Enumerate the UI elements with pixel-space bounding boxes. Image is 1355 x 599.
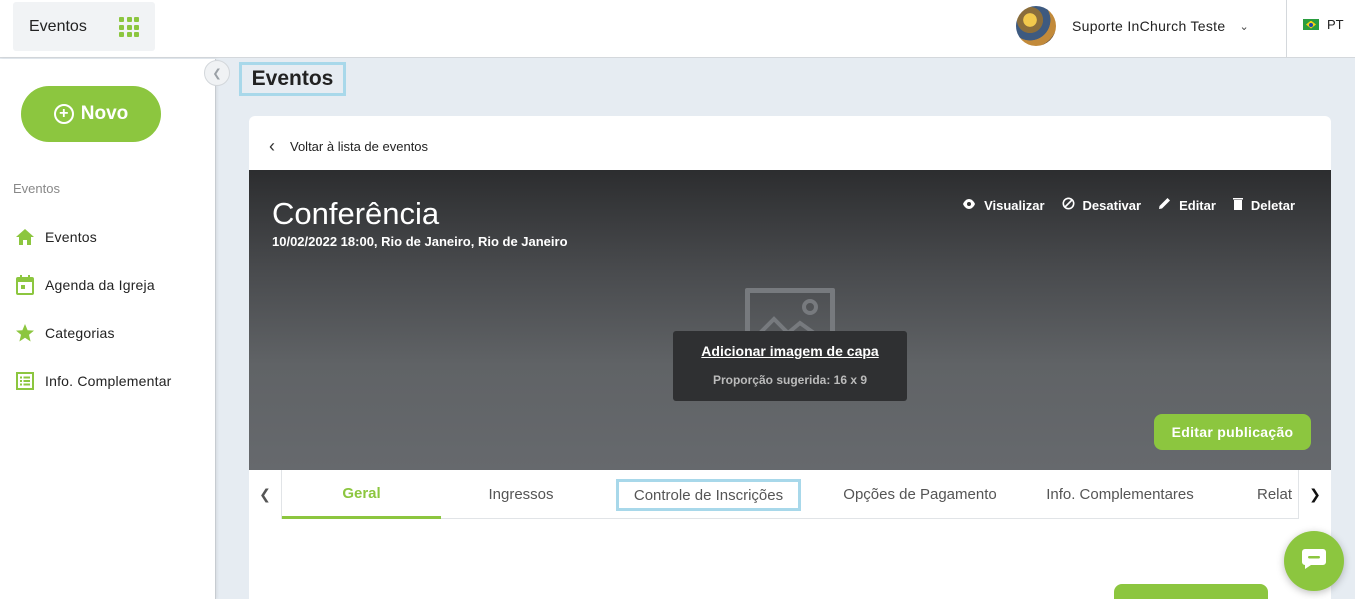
user-menu[interactable]: Suporte InChurch Teste ⌄ (1016, 6, 1249, 46)
event-actions: Visualizar Desativar Editar Deletar (945, 197, 1295, 213)
tabs-scroll-right-button[interactable]: ❯ (1298, 470, 1331, 519)
tab-geral[interactable]: Geral (282, 470, 441, 519)
chevron-left-icon: ❮ (212, 67, 222, 80)
collapse-sidebar-button[interactable]: ❮ (204, 60, 230, 86)
chevron-left-icon: ❮ (259, 486, 271, 502)
edit-button-label: Editar (1179, 197, 1216, 213)
tab-opcoes-pagamento[interactable]: Opções de Pagamento (815, 470, 1025, 519)
eye-icon (962, 198, 976, 212)
event-title: Conferência (272, 196, 440, 231)
back-link-label: Voltar à lista de eventos (290, 138, 429, 154)
add-cover-image-panel[interactable]: Adicionar imagem de capa Proporção suger… (673, 331, 907, 401)
calendar-icon (14, 274, 36, 296)
edit-publication-button[interactable]: Editar publicação (1154, 414, 1311, 450)
tab-info-complementares[interactable]: Info. Complementares (1025, 470, 1215, 519)
sidebar-item-label: Info. Complementar (45, 373, 172, 389)
chevron-left-icon: ‹ (269, 135, 275, 156)
deactivate-button-label: Desativar (1082, 197, 1142, 213)
app-switcher-label: Eventos (29, 17, 87, 35)
tab-ingressos[interactable]: Ingressos (441, 470, 601, 519)
add-cover-image-link[interactable]: Adicionar imagem de capa (673, 343, 907, 359)
event-tabs: ❮ Geral Ingressos Controle de Inscrições… (249, 470, 1331, 519)
delete-button-label: Deletar (1250, 197, 1295, 213)
sidebar-item-label: Eventos (45, 229, 97, 245)
chevron-right-icon: ❯ (1309, 486, 1321, 502)
view-button-label: Visualizar (984, 197, 1045, 213)
chat-button[interactable] (1284, 531, 1344, 591)
star-icon (14, 322, 36, 344)
apps-grid-icon[interactable] (119, 17, 139, 37)
top-bar: Eventos Suporte InChurch Teste ⌄ PT (0, 0, 1355, 58)
user-name: Suporte InChurch Teste (1072, 18, 1226, 34)
home-icon (14, 226, 36, 248)
cover-ratio-hint: Proporção sugerida: 16 x 9 (712, 373, 868, 387)
sidebar-item-label: Agenda da Igreja (45, 277, 155, 293)
new-button[interactable]: + Novo (21, 86, 161, 142)
language-label: PT (1327, 17, 1344, 32)
chevron-down-icon[interactable]: ⌄ (1239, 20, 1248, 33)
tab-relatorios[interactable]: Relat (1257, 470, 1298, 519)
sidebar-item-info-complementar[interactable]: Info. Complementar (14, 369, 172, 393)
event-meta: 10/02/2022 18:00, Rio de Janeiro, Rio de… (272, 234, 568, 249)
new-button-label: Novo (80, 103, 129, 124)
plus-circle-icon: + (53, 104, 74, 124)
pencil-icon (1158, 197, 1171, 213)
sidebar-item-eventos[interactable]: Eventos (14, 225, 97, 249)
sidebar-item-agenda[interactable]: Agenda da Igreja (14, 273, 155, 297)
tab-controle-inscricoes[interactable]: Controle de Inscrições (616, 479, 801, 511)
tabs-scroll-left-button[interactable]: ❮ (249, 470, 282, 519)
block-icon (1062, 197, 1075, 213)
edit-button[interactable]: Editar (1158, 197, 1216, 213)
deactivate-button[interactable]: Desativar (1062, 197, 1142, 213)
sidebar-section-label: Eventos (13, 181, 60, 196)
sidebar-item-label: Categorias (45, 325, 115, 341)
trash-icon (1232, 197, 1243, 213)
divider (1286, 0, 1287, 58)
back-link[interactable]: ‹ Voltar à lista de eventos (269, 136, 428, 156)
language-selector[interactable]: PT (1303, 17, 1344, 32)
view-button[interactable]: Visualizar (962, 197, 1045, 213)
app-switcher[interactable]: Eventos (13, 2, 155, 51)
event-card: ‹ Voltar à lista de eventos Conferência … (249, 116, 1331, 599)
add-button[interactable] (1114, 584, 1268, 599)
sidebar: + Novo Eventos Eventos Agenda da Igreja … (0, 59, 216, 599)
event-cover: Conferência 10/02/2022 18:00, Rio de Jan… (249, 170, 1331, 470)
chat-icon (1301, 548, 1327, 575)
brazil-flag-icon (1303, 19, 1319, 30)
avatar[interactable] (1016, 6, 1056, 46)
delete-button[interactable]: Deletar (1232, 197, 1295, 213)
sidebar-item-categorias[interactable]: Categorias (14, 321, 115, 345)
page-title: Eventos (239, 62, 346, 96)
list-icon (14, 370, 36, 392)
